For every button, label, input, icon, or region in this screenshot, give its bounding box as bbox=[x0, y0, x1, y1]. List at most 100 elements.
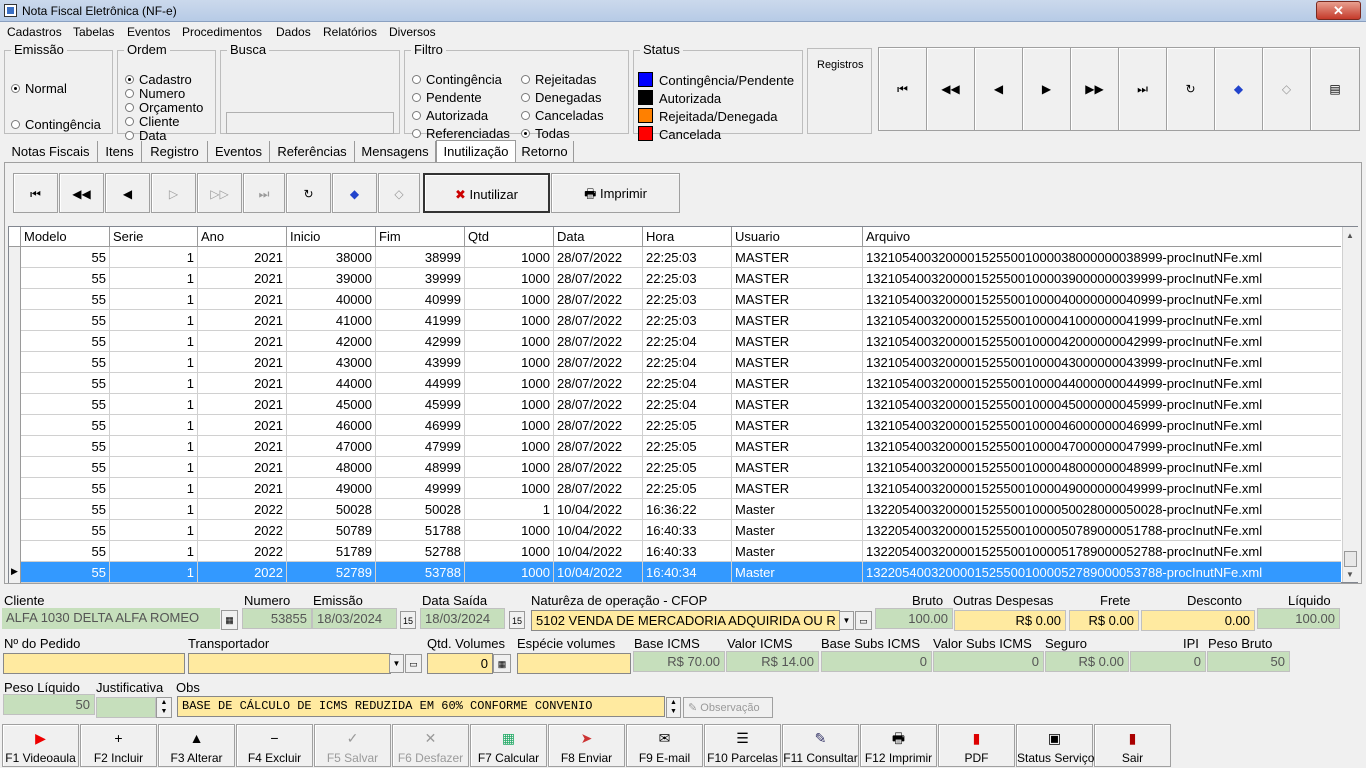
row-indicator[interactable]: ▶ bbox=[9, 562, 21, 583]
cell-ano[interactable]: 2021 bbox=[198, 331, 287, 352]
menu-dados[interactable]: Dados bbox=[276, 25, 311, 39]
cell-data[interactable]: 10/04/2022 bbox=[554, 520, 643, 541]
cell-inicio[interactable]: 47000 bbox=[287, 436, 376, 457]
header-arquivo[interactable]: Arquivo bbox=[863, 227, 1341, 247]
cell-qtd[interactable]: 1000 bbox=[465, 289, 554, 310]
cell-hora[interactable]: 22:25:04 bbox=[643, 394, 732, 415]
header-usuario[interactable]: Usuario bbox=[732, 227, 863, 247]
cell-arquivo[interactable]: 1321054003200001525500100004900000004999… bbox=[863, 478, 1341, 499]
cell-arquivo[interactable]: 1322054003200001525500100005002800005002… bbox=[863, 499, 1341, 520]
row-indicator[interactable] bbox=[9, 394, 21, 415]
cell-arquivo[interactable]: 1321054003200001525500100004600000004699… bbox=[863, 415, 1341, 436]
filtro-denegadas-radio[interactable]: Denegadas bbox=[521, 90, 602, 105]
cell-fim[interactable]: 41999 bbox=[376, 310, 465, 331]
cell-inicio[interactable]: 51789 bbox=[287, 541, 376, 562]
tab-notas-fiscais[interactable]: Notas Fiscais bbox=[4, 141, 98, 162]
filtro-canceladas-radio[interactable]: Canceladas bbox=[521, 108, 604, 123]
cell-data[interactable]: 28/07/2022 bbox=[554, 394, 643, 415]
cell-fim[interactable]: 44999 bbox=[376, 373, 465, 394]
ipi-field[interactable]: 0 bbox=[1130, 651, 1206, 672]
cell-serie[interactable]: 1 bbox=[110, 436, 198, 457]
cell-ano[interactable]: 2021 bbox=[198, 352, 287, 373]
sair-button[interactable]: ▮ Sair bbox=[1094, 724, 1171, 767]
justificativa-spinner[interactable]: ▲ ▼ bbox=[156, 697, 172, 718]
cell-data[interactable]: 28/07/2022 bbox=[554, 331, 643, 352]
cell-modelo[interactable]: 55 bbox=[21, 415, 110, 436]
nav-bookmark-button[interactable]: ◆ bbox=[1214, 47, 1263, 131]
scroll-down-icon[interactable]: ▼ bbox=[1346, 570, 1354, 579]
cell-hora[interactable]: 22:25:05 bbox=[643, 436, 732, 457]
ordem-cadastro-radio[interactable]: Cadastro bbox=[125, 72, 192, 87]
cell-hora[interactable]: 16:40:33 bbox=[643, 520, 732, 541]
base-subs-field[interactable]: 0 bbox=[821, 651, 932, 672]
cell-arquivo[interactable]: 1321054003200001525500100004300000004399… bbox=[863, 352, 1341, 373]
cell-inicio[interactable]: 39000 bbox=[287, 268, 376, 289]
cell-usuario[interactable]: MASTER bbox=[732, 352, 863, 373]
numero-field[interactable]: 53855 bbox=[242, 608, 312, 629]
base-icms-field[interactable]: R$ 70.00 bbox=[633, 651, 725, 672]
saida-field[interactable]: 18/03/2024 bbox=[420, 608, 505, 629]
f2-incluir-button[interactable]: + F2 Incluir bbox=[80, 724, 157, 767]
cell-ano[interactable]: 2021 bbox=[198, 478, 287, 499]
filtro-contingencia-radio[interactable]: Contingência bbox=[412, 72, 502, 87]
row-indicator[interactable] bbox=[9, 520, 21, 541]
header-fim[interactable]: Fim bbox=[376, 227, 465, 247]
grid-prior-page-button[interactable]: ◀◀ bbox=[59, 173, 104, 213]
tab-eventos[interactable]: Eventos bbox=[208, 141, 270, 162]
cell-serie[interactable]: 1 bbox=[110, 541, 198, 562]
grid-bookmark-button[interactable]: ◆ bbox=[332, 173, 377, 213]
cell-modelo[interactable]: 55 bbox=[21, 373, 110, 394]
cfop-dropdown-button[interactable]: ▼ bbox=[839, 611, 854, 630]
cell-qtd[interactable]: 1000 bbox=[465, 268, 554, 289]
cell-modelo[interactable]: 55 bbox=[21, 436, 110, 457]
f7-calcular-button[interactable]: ▦ F7 Calcular bbox=[470, 724, 547, 767]
cfop-select[interactable]: 5102 VENDA DE MERCADORIA ADQUIRIDA OU R bbox=[531, 610, 840, 631]
row-indicator[interactable] bbox=[9, 541, 21, 562]
row-indicator[interactable] bbox=[9, 436, 21, 457]
cell-hora[interactable]: 22:25:03 bbox=[643, 310, 732, 331]
cell-ano[interactable]: 2021 bbox=[198, 268, 287, 289]
justificativa-field[interactable] bbox=[96, 697, 156, 718]
seguro-field[interactable]: R$ 0.00 bbox=[1045, 651, 1129, 672]
nav-report-button[interactable]: ▤ bbox=[1310, 47, 1360, 131]
cliente-search-button[interactable]: ▦ bbox=[221, 610, 238, 630]
row-indicator[interactable] bbox=[9, 289, 21, 310]
filtro-rejeitadas-radio[interactable]: Rejeitadas bbox=[521, 72, 596, 87]
cell-inicio[interactable]: 45000 bbox=[287, 394, 376, 415]
f10-parcelas-button[interactable]: ☰ F10 Parcelas bbox=[704, 724, 781, 767]
cell-inicio[interactable]: 40000 bbox=[287, 289, 376, 310]
table-row[interactable]: 55 1 2021 44000 44999 1000 28/07/2022 22:25:04 M… bbox=[9, 373, 1341, 394]
cell-serie[interactable]: 1 bbox=[110, 415, 198, 436]
menu-relatorios[interactable]: Relatórios bbox=[323, 25, 377, 39]
table-row[interactable]: 55 1 2021 38000 38999 1000 28/07/2022 22:25:03 M… bbox=[9, 247, 1341, 268]
cell-ano[interactable]: 2021 bbox=[198, 394, 287, 415]
outras-field[interactable]: R$ 0.00 bbox=[954, 610, 1066, 631]
table-row[interactable]: 55 1 2022 50789 51788 1000 10/04/2022 16:40:33 M… bbox=[9, 520, 1341, 541]
cell-qtd[interactable]: 1000 bbox=[465, 562, 554, 583]
cell-serie[interactable]: 1 bbox=[110, 520, 198, 541]
cell-serie[interactable]: 1 bbox=[110, 478, 198, 499]
nav-prior-page-button[interactable]: ◀◀ bbox=[926, 47, 975, 131]
emissao-date-field[interactable]: 18/03/2024 bbox=[312, 608, 397, 629]
cell-modelo[interactable]: 55 bbox=[21, 499, 110, 520]
emissao-calendar-button[interactable]: 15 bbox=[400, 611, 416, 629]
cell-hora[interactable]: 22:25:03 bbox=[643, 289, 732, 310]
row-indicator[interactable] bbox=[9, 247, 21, 268]
cell-arquivo[interactable]: 1321054003200001525500100004100000004199… bbox=[863, 310, 1341, 331]
cell-ano[interactable]: 2021 bbox=[198, 436, 287, 457]
row-indicator[interactable] bbox=[9, 331, 21, 352]
cell-hora[interactable]: 22:25:04 bbox=[643, 352, 732, 373]
cell-qtd[interactable]: 1000 bbox=[465, 310, 554, 331]
cell-serie[interactable]: 1 bbox=[110, 268, 198, 289]
ordem-numero-radio[interactable]: Numero bbox=[125, 86, 185, 101]
cell-serie[interactable]: 1 bbox=[110, 394, 198, 415]
table-row[interactable]: 55 1 2022 50028 50028 1 10/04/2022 16:36:22 Mast… bbox=[9, 499, 1341, 520]
cell-hora[interactable]: 22:25:03 bbox=[643, 247, 732, 268]
f6-desfazer-button[interactable]: ✕ F6 Desfazer bbox=[392, 724, 469, 767]
busca-input[interactable] bbox=[226, 112, 394, 134]
cell-usuario[interactable]: MASTER bbox=[732, 436, 863, 457]
cell-hora[interactable]: 16:36:22 bbox=[643, 499, 732, 520]
pedido-field[interactable] bbox=[3, 653, 185, 674]
cell-hora[interactable]: 22:25:04 bbox=[643, 331, 732, 352]
tab-retorno[interactable]: Retorno bbox=[516, 141, 574, 162]
